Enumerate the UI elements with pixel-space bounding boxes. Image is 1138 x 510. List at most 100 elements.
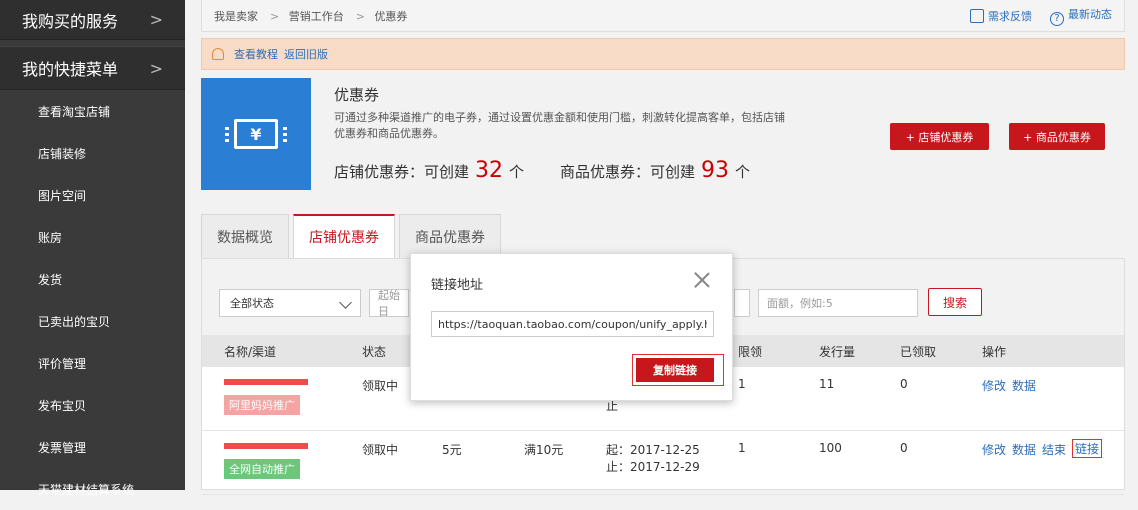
row-status: 领取中 xyxy=(362,379,399,393)
sidebar-section-purchased[interactable]: 我购买的服务 > xyxy=(0,0,185,40)
tab-item-coupon[interactable]: 商品优惠券 xyxy=(399,214,501,258)
bell-icon xyxy=(212,48,224,60)
sidebar-item-tmall-settlement[interactable]: 天猫建材结算系统 xyxy=(0,468,185,510)
header-ops: 操作 xyxy=(982,344,1007,359)
chevron-right-icon: > xyxy=(149,10,163,29)
news-label: 最新动态 xyxy=(1068,7,1112,21)
row-issued: 100 xyxy=(819,441,842,455)
sidebar-item-label: 查看淘宝店铺 xyxy=(38,104,111,119)
news-link[interactable]: ? 最新动态 xyxy=(1050,6,1112,26)
redacted-name xyxy=(224,443,308,449)
breadcrumb-separator: > xyxy=(355,9,365,23)
breadcrumb-marketing[interactable]: 营销工作台 xyxy=(289,10,344,23)
edit-link[interactable]: 修改 xyxy=(982,441,1006,458)
sidebar-item-images[interactable]: 图片空间 xyxy=(0,174,185,216)
old-version-link[interactable]: 返回旧版 xyxy=(284,46,328,62)
row-status: 领取中 xyxy=(362,443,399,457)
table-row: 全网自动推广 领取中 5元 满10元 起：2017-12-25 止：2017-1… xyxy=(202,431,1124,495)
modal-title: 链接地址 xyxy=(431,278,484,293)
breadcrumb-coupon: 优惠券 xyxy=(374,9,408,23)
feedback-link[interactable]: 需求反馈 xyxy=(970,8,1032,24)
edit-link[interactable]: 修改 xyxy=(982,377,1006,394)
status-select[interactable]: 全部状态 xyxy=(219,289,361,317)
add-shop-coupon-button[interactable]: + 店铺优惠券 xyxy=(890,123,989,150)
end-link[interactable]: 结束 xyxy=(1042,441,1066,458)
coupon-description: 可通过多种渠道推广的电子券，通过设置优惠金额和使用门槛，刺激转化提高客单，包括店… xyxy=(334,111,785,140)
get-link-link[interactable]: 链接 xyxy=(1072,439,1103,458)
channel-tag: 阿里妈妈推广 xyxy=(224,395,300,415)
copy-link-button[interactable]: 复制链接 xyxy=(636,358,714,382)
row-claimed: 0 xyxy=(900,441,908,455)
sidebar-section-label: 我的快捷菜单 xyxy=(22,60,119,79)
notice-bar: 查看教程 返回旧版 xyxy=(201,38,1125,70)
data-link[interactable]: 数据 xyxy=(1012,377,1036,394)
status-select-value: 全部状态 xyxy=(230,297,274,310)
header-issued: 发行量 xyxy=(819,344,856,359)
row-end-date: 止：2017-12-29 xyxy=(606,460,700,474)
feedback-label: 需求反馈 xyxy=(988,9,1032,23)
main-content: 我是卖家 > 营销工作台 > 优惠券 需求反馈 ? 最新动态 查看教程 返回旧版 ¥ … xyxy=(201,0,1125,495)
row-threshold: 满10元 xyxy=(524,443,564,457)
breadcrumb: 我是卖家 > 营销工作台 > 优惠券 xyxy=(214,8,413,24)
shop-count-value: 32 xyxy=(475,158,504,183)
data-link[interactable]: 数据 xyxy=(1012,441,1036,458)
coupon-counts: 店铺优惠券：可创建 32 个 商品优惠券：可创建 93 个 xyxy=(334,158,750,183)
row-ops: 修改 数据 结束 链接 xyxy=(982,439,1103,458)
edit-icon xyxy=(970,8,984,23)
chevron-down-icon xyxy=(339,296,352,309)
row-claimed: 0 xyxy=(900,377,908,391)
end-date-input[interactable] xyxy=(734,289,750,317)
tab-shop-coupon[interactable]: 店铺优惠券 xyxy=(293,214,395,258)
help-icon: ? xyxy=(1050,11,1064,26)
sidebar-item-label: 账房 xyxy=(38,230,63,245)
coupon-logo: ¥ xyxy=(201,78,311,190)
tab-overview[interactable]: 数据概览 xyxy=(201,214,289,258)
copy-button-highlight: 复制链接 xyxy=(632,354,724,386)
add-item-coupon-button[interactable]: + 商品优惠券 xyxy=(1009,123,1105,150)
top-links: 需求反馈 ? 最新动态 xyxy=(970,6,1112,26)
amount-input[interactable]: 面额，例如:5 xyxy=(758,289,918,317)
row-start-date: 起：2017-12-25 xyxy=(606,443,700,457)
shop-coupon-count: 店铺优惠券：可创建 32 个 xyxy=(334,158,524,183)
sidebar-item-decoration[interactable]: 店铺装修 xyxy=(0,132,185,174)
sidebar-item-label: 图片空间 xyxy=(38,188,87,203)
tutorial-link[interactable]: 查看教程 xyxy=(234,46,278,62)
count-unit: 个 xyxy=(735,163,751,181)
sidebar-section-label: 我购买的服务 xyxy=(22,11,119,31)
sidebar-item-account[interactable]: 账房 xyxy=(0,216,185,258)
sidebar-item-label: 天猫建材结算系统 xyxy=(38,482,135,497)
link-url-input[interactable] xyxy=(431,311,714,337)
item-count-value: 93 xyxy=(701,158,730,183)
close-icon[interactable] xyxy=(694,272,710,288)
row-limit: 1 xyxy=(738,377,746,391)
coupon-ticket-icon: ¥ xyxy=(225,119,287,149)
sidebar-section-shortcuts[interactable]: 我的快捷菜单 > xyxy=(0,46,185,90)
sidebar-item-label: 发布宝贝 xyxy=(38,398,87,413)
coupon-title: 优惠券 xyxy=(334,86,380,104)
breadcrumb-separator: > xyxy=(270,9,280,23)
item-coupon-count: 商品优惠券：可创建 93 个 xyxy=(560,158,750,183)
sidebar-item-sold[interactable]: 已卖出的宝贝 xyxy=(0,300,185,342)
sidebar-item-shipping[interactable]: 发货 xyxy=(0,258,185,300)
link-modal: 链接地址 复制链接 xyxy=(410,253,733,401)
header-claimed: 已领取 xyxy=(900,344,937,359)
sidebar-item-view-shop[interactable]: 查看淘宝店铺 xyxy=(0,90,185,132)
row-amount: 5元 xyxy=(442,443,462,457)
row-limit: 1 xyxy=(738,441,746,455)
breadcrumb-seller[interactable]: 我是卖家 xyxy=(214,10,258,23)
header-name: 名称/渠道 xyxy=(224,344,277,359)
breadcrumb-bar: 我是卖家 > 营销工作台 > 优惠券 需求反馈 ? 最新动态 xyxy=(201,0,1125,32)
coupon-header: ¥ 优惠券 可通过多种渠道推广的电子券，通过设置优惠金额和使用门槛，刺激转化提高… xyxy=(201,78,1125,198)
tab-bar: 数据概览 店铺优惠券 商品优惠券 xyxy=(201,214,505,258)
count-unit: 个 xyxy=(509,163,525,181)
search-button[interactable]: 搜索 xyxy=(928,288,982,316)
row-ops: 修改 数据 xyxy=(982,377,1036,394)
sidebar-item-publish[interactable]: 发布宝贝 xyxy=(0,384,185,426)
sidebar-item-reviews[interactable]: 评价管理 xyxy=(0,342,185,384)
sidebar-item-invoices[interactable]: 发票管理 xyxy=(0,426,185,468)
header-status: 状态 xyxy=(362,344,387,359)
shop-count-label: 店铺优惠券：可创建 xyxy=(334,163,470,181)
start-date-input[interactable]: 起始日 xyxy=(369,289,409,318)
sidebar-item-label: 发票管理 xyxy=(38,440,87,455)
chevron-right-icon: > xyxy=(149,58,163,78)
